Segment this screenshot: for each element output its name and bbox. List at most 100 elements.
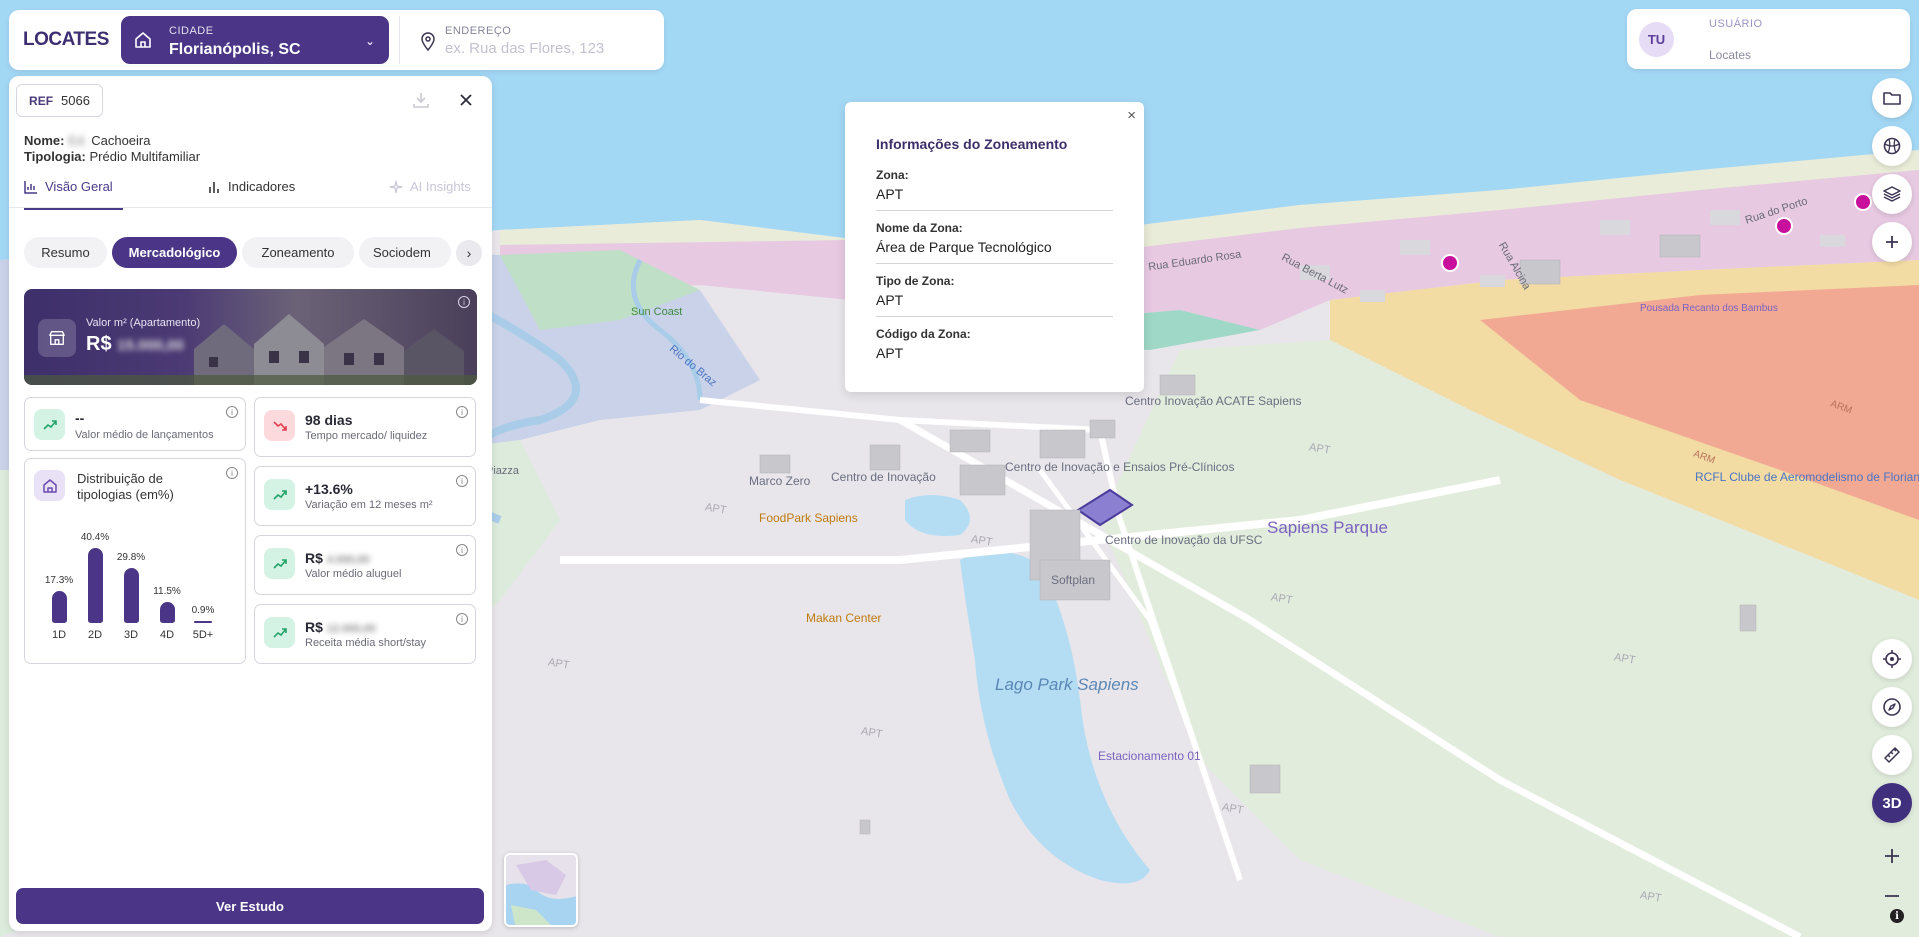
bar-value-label: 0.9% <box>191 605 215 616</box>
card-currency: R$ <box>305 550 323 566</box>
card-distribuicao: Distribuição de tipologias (em%) i 17.3%… <box>24 458 246 664</box>
measure-button[interactable] <box>1872 735 1912 775</box>
bar-value-label: 17.3% <box>44 575 74 586</box>
info-icon[interactable]: i <box>226 467 238 479</box>
map-label-estacionamento[interactable]: Estacionamento 01 <box>1098 749 1201 763</box>
bar <box>87 548 103 623</box>
card-title: -- <box>75 410 85 426</box>
tab-mercadologico[interactable]: Mercadológico <box>112 237 237 268</box>
card-hidden-value: 4.000,00 <box>326 554 370 566</box>
locate-button[interactable] <box>1872 639 1912 679</box>
user-menu[interactable]: TU USUÁRIO Locates <box>1627 9 1910 69</box>
card-subtitle: Valor médio aluguel <box>305 568 402 580</box>
info-icon[interactable]: i <box>456 544 468 556</box>
plus-icon <box>1886 236 1898 248</box>
hero-value: R$ 15.000,00 <box>86 333 184 356</box>
map-label-makan[interactable]: Makan Center <box>806 611 881 625</box>
search-bar: LOCATES CIDADE Florianópolis, SC ⌄ ENDER… <box>9 10 664 70</box>
tab-resumo[interactable]: Resumo <box>24 237 107 268</box>
card-tempo-mercado: 98 dias Tempo mercado/ liquidez i <box>254 397 476 457</box>
property-meta: Nome: Ed. Cachoeira Tipologia: Prédio Mu… <box>24 133 200 165</box>
zoom-in-button[interactable] <box>1872 836 1912 876</box>
logo-text: LOCATES <box>23 29 109 50</box>
globe-button[interactable] <box>1872 126 1912 166</box>
ver-estudo-button[interactable]: Ver Estudo <box>16 888 484 924</box>
bar <box>123 568 139 623</box>
zoning-row: Zona: APT <box>876 168 1113 211</box>
zoning-row-value: APT <box>876 345 904 361</box>
map-label-foodpark[interactable]: FoodPark Sapiens <box>759 511 858 525</box>
zoning-row: Tipo de Zona: APT <box>876 274 1113 317</box>
tipologia-label: Tipologia: <box>24 149 86 164</box>
distribution-bar-2d: 40.4% 2D <box>79 532 111 641</box>
bar-category-label: 4D <box>159 629 175 641</box>
zoning-popup-title: Informações do Zoneamento <box>876 136 1068 152</box>
address-input[interactable] <box>445 40 640 57</box>
info-icon[interactable]: i <box>456 406 468 418</box>
home-icon <box>34 470 65 501</box>
zoning-row: Nome da Zona: Área de Parque Tecnológico <box>876 221 1113 264</box>
minimap[interactable] <box>504 853 578 927</box>
tab-label: AI Insights <box>410 179 471 194</box>
chart-icon <box>24 180 37 194</box>
name-value: Cachoeira <box>91 133 151 148</box>
zoning-row-value: Área de Parque Tecnológico <box>876 239 1052 255</box>
download-icon[interactable] <box>411 90 431 110</box>
compass-button[interactable] <box>1872 687 1912 727</box>
close-icon <box>460 94 472 106</box>
bar-chart-icon <box>209 181 219 193</box>
address-search: ENDEREÇO <box>399 16 654 64</box>
distribution-title: Distribuição de tipologias (em%) <box>77 471 174 502</box>
map-label-centro-ufsc: Centro de Inovação da UFSC <box>1105 533 1263 547</box>
view-tabs: Visão Geral Indicadores AI Insights <box>9 168 492 210</box>
zoning-row-key: Tipo de Zona: <box>876 274 955 288</box>
attribution-info-icon[interactable]: i <box>1890 909 1904 923</box>
address-label: ENDEREÇO <box>445 25 512 37</box>
map-label-pousada: Pousada Recanto dos Bambus <box>1640 303 1778 314</box>
tab-zoneamento[interactable]: Zoneamento <box>242 237 354 268</box>
distribution-bar-3d: 29.8% 3D <box>115 552 147 641</box>
close-panel-button[interactable] <box>456 90 476 110</box>
name-label: Nome: <box>24 133 65 148</box>
tab-visao-geral[interactable]: Visão Geral <box>24 179 123 210</box>
card-title: R$ 12.000,00 <box>305 619 376 635</box>
chevron-right-icon[interactable]: › <box>456 240 482 266</box>
card-hidden-value: 12.000,00 <box>326 623 376 635</box>
city-selector[interactable]: CIDADE Florianópolis, SC ⌄ <box>121 16 389 64</box>
avatar: TU <box>1639 22 1674 57</box>
hero-label: Valor m² (Apartamento) <box>86 317 201 329</box>
info-icon[interactable]: i <box>456 475 468 487</box>
info-icon[interactable]: i <box>456 613 468 625</box>
card-currency: R$ <box>305 619 323 635</box>
map-label-softplan: Softplan <box>1051 573 1096 587</box>
tab-indicadores[interactable]: Indicadores <box>207 179 295 194</box>
app-logo[interactable]: LOCATES <box>23 29 109 51</box>
3d-toggle-button[interactable]: 3D <box>1872 783 1912 823</box>
card-variacao: +13.6% Variação em 12 meses m² i <box>254 466 476 526</box>
zoning-row-key: Nome da Zona: <box>876 221 963 235</box>
info-icon[interactable]: i <box>458 296 470 308</box>
info-icon[interactable]: i <box>226 406 238 418</box>
layers-button[interactable] <box>1872 174 1912 214</box>
price-hero-card: Valor m² (Apartamento) R$ 15.000,00 i <box>24 289 477 385</box>
home-icon <box>135 32 151 48</box>
map-marker[interactable] <box>1854 193 1872 211</box>
map-marker[interactable] <box>1441 254 1459 272</box>
add-button[interactable] <box>1872 222 1912 262</box>
ruler-icon <box>1884 747 1900 763</box>
tab-sociodemografico[interactable]: Sociodem <box>359 237 451 268</box>
bar-value-label: 29.8% <box>116 552 146 563</box>
folder-button[interactable] <box>1872 78 1912 118</box>
map-marker[interactable] <box>1775 217 1793 235</box>
ref-label: REF <box>29 93 54 108</box>
tab-ai-insights[interactable]: AI Insights <box>389 179 471 194</box>
card-subtitle: Receita média short/stay <box>305 637 427 649</box>
map-label-sun-coast: Sun Coast <box>631 306 683 318</box>
property-panel: REF 5066 Nome: Ed. Cachoeira Tipologia: … <box>9 76 492 931</box>
zoning-row-key: Zona: <box>876 168 909 182</box>
layers-icon <box>1883 186 1901 202</box>
ref-value: 5066 <box>61 93 90 108</box>
card-short-stay: R$ 12.000,00 Receita média short/stay i <box>254 604 476 664</box>
card-title: 98 dias <box>305 412 353 428</box>
close-icon[interactable]: × <box>1127 107 1136 124</box>
